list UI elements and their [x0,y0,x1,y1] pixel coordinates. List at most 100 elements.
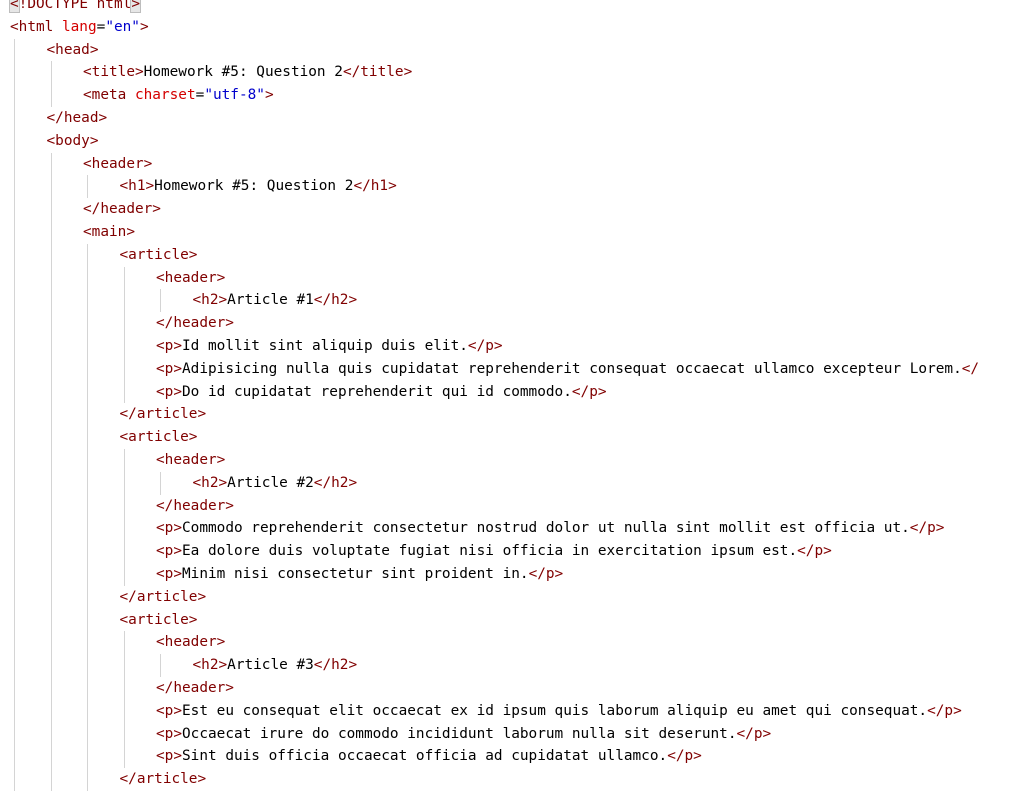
code-token: Ea dolore duis voluptate fugiat nisi off… [182,543,798,560]
code-line[interactable]: <p>Minim nisi consectetur sint proident … [0,563,1024,586]
code-token: <h2> [192,474,228,491]
code-line[interactable]: </article> [0,768,1024,791]
code-token: </p> [667,748,702,765]
code-token: !DOCTYPE html [18,0,132,12]
code-line[interactable]: <main> [0,221,1024,244]
code-token: </p> [736,725,772,742]
code-token: </header> [156,497,234,514]
code-token: <body> [46,132,99,149]
code-token: Id mollit sint aliquip duis elit. [182,338,468,354]
code-token: <p> [156,338,182,354]
code-token: </p> [909,520,945,537]
code-token: </p> [528,566,564,582]
code-line[interactable]: <h2>Article #1</h2> [0,289,1024,312]
code-token: </p> [571,383,607,400]
code-line[interactable]: <p>Est eu consequat elit occaecat ex id … [0,700,1024,723]
code-token: </article> [119,588,207,605]
code-line[interactable]: <p>Id mollit sint aliquip duis elit.</p> [0,335,1024,358]
code-line[interactable]: <header> [0,631,1024,654]
code-line[interactable]: <p>Adipisicing nulla quis cupidatat repr… [0,358,1024,381]
code-token: > [139,18,149,35]
code-token: <head> [46,41,99,58]
code-line[interactable]: <header> [0,267,1024,290]
indent-guide [123,266,125,404]
code-token: <p> [156,543,182,560]
code-token: </header> [83,201,161,218]
code-token: < [9,0,20,13]
indent-guide [123,449,125,586]
code-token: <meta [83,87,135,104]
code-token: </header> [156,315,234,332]
indent-guide [50,152,52,791]
code-token: Article #3 [227,657,314,674]
code-line[interactable]: <header> [0,153,1024,176]
code-token: </title> [342,64,413,81]
code-token: <header> [156,634,226,651]
code-line[interactable]: </header> [0,495,1024,518]
indent-guide [123,631,125,769]
code-line[interactable]: </header> [0,312,1024,335]
code-token: Article #2 [227,474,314,491]
code-line[interactable]: </header> [0,677,1024,700]
code-line[interactable]: <header> [0,449,1024,472]
code-line[interactable]: <p>Commodo reprehenderit consectetur nos… [0,517,1024,540]
code-token: </p> [467,338,503,354]
code-token: > [130,0,141,13]
code-line[interactable]: </article> [0,586,1024,609]
code-token: </header> [156,680,234,696]
code-line[interactable]: <html lang="en"> [0,16,1024,39]
code-token: <p> [156,748,182,765]
code-token: <h2> [192,657,228,674]
code-token: </p> [797,543,832,560]
code-line[interactable]: <article> [0,609,1024,632]
code-line[interactable]: <title>Homework #5: Question 2</title> [0,61,1024,84]
code-token: <h1> [119,178,155,195]
indent-guide [87,243,88,791]
indent-guide [14,38,15,791]
code-token: Minim nisi consectetur sint proident in. [182,566,529,582]
code-token: lang [61,18,97,35]
indent-guide [160,471,161,495]
code-token: Est eu consequat elit occaecat ex id ips… [182,702,928,719]
code-token: Homework #5: Question 2 [143,64,343,81]
code-line[interactable]: <h2>Article #3</h2> [0,654,1024,677]
code-token: <header> [156,269,226,286]
code-line[interactable]: <h2>Article #2</h2> [0,472,1024,495]
code-token: </head> [46,110,108,126]
code-line[interactable]: <p>Occaecat irure do commodo incididunt … [0,723,1024,746]
code-token: = [96,18,106,35]
code-line[interactable]: <article> [0,244,1024,267]
code-token: <title> [83,64,144,81]
code-line[interactable]: <head> [0,39,1024,62]
code-line[interactable]: <meta charset="utf-8"> [0,84,1024,107]
code-token: charset [134,87,196,104]
code-token: Sint duis officia occaecat officia ad cu… [182,748,668,765]
code-line[interactable]: <article> [0,426,1024,449]
code-token: > [264,87,274,104]
code-token: = [195,87,205,104]
code-line[interactable]: <p>Ea dolore duis voluptate fugiat nisi … [0,540,1024,563]
code-token: <p> [156,360,182,377]
code-line[interactable]: <p>Do id cupidatat reprehenderit qui id … [0,381,1024,404]
code-token: Do id cupidatat reprehenderit qui id com… [182,383,572,400]
code-token: </article> [119,406,207,423]
code-token: <header> [156,452,226,468]
code-line[interactable]: </article> [0,403,1024,426]
code-token: Homework #5: Question 2 [154,178,354,195]
code-line[interactable]: <h1>Homework #5: Question 2</h1> [0,175,1024,198]
code-line[interactable]: <body> [0,130,1024,153]
code-line[interactable]: <!DOCTYPE html> [0,0,1024,16]
code-token: <html [10,18,62,35]
code-token: <p> [156,520,182,537]
code-token: </h2> [313,657,358,674]
code-editor[interactable]: <!DOCTYPE html> <html lang="en"> <head> <ti… [0,0,1024,795]
code-token: <p> [156,383,182,400]
code-token: <article> [119,246,198,263]
code-line[interactable]: <p>Sint duis officia occaecat officia ad… [0,745,1024,768]
code-token: <article> [119,611,198,628]
code-line[interactable]: </header> [0,198,1024,221]
code-token: Adipisicing nulla quis cupidatat reprehe… [182,360,962,377]
code-token: </p> [927,702,962,719]
code-token: <p> [156,702,182,719]
code-line[interactable]: </head> [0,107,1024,130]
